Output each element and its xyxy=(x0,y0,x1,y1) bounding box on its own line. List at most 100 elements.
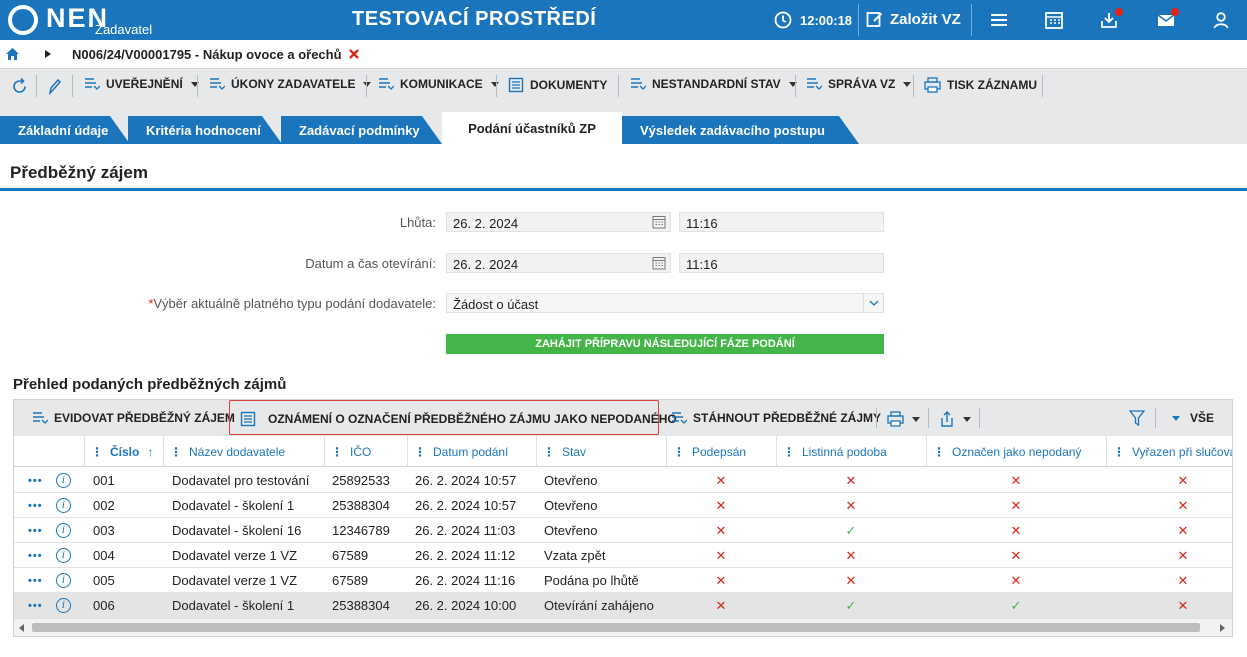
list-action-icon xyxy=(85,78,100,90)
table-row[interactable]: ••• i 001 Dodavatel pro testování 25892533 26… xyxy=(14,468,1232,493)
cell-submitted: 26. 2. 2024 10:57 xyxy=(415,498,517,513)
row-menu-icon[interactable]: ••• xyxy=(28,543,50,568)
row-menu-icon[interactable]: ••• xyxy=(28,493,50,518)
start-next-phase-button[interactable]: ZAHÁJIT PŘÍPRAVU NÁSLEDUJÍCÍ FÁZE PODÁNÍ xyxy=(446,334,884,354)
opening-date-field[interactable]: 26. 2. 2024 xyxy=(446,253,671,273)
column-header-signed[interactable]: ⋮ Podepsán xyxy=(666,436,776,467)
menu-icon[interactable] xyxy=(989,10,1009,30)
cell-supplier: Dodavatel - školení 16 xyxy=(172,523,302,538)
column-menu-icon[interactable]: ⋮ xyxy=(91,445,103,459)
table-row[interactable]: ••• i 003 Dodavatel - školení 16 12346789 26.… xyxy=(14,518,1232,543)
documents-button[interactable]: DOKUMENTY xyxy=(508,77,607,93)
cross-icon: ✕ xyxy=(1177,497,1189,513)
nonstandard-state-menu[interactable]: NESTANDARDNÍ STAV xyxy=(630,77,797,91)
cell-submitted: 26. 2. 2024 11:16 xyxy=(415,573,516,588)
tab-tender-conditions[interactable]: Zadávací podmínky xyxy=(281,116,442,144)
chevron-down-icon[interactable] xyxy=(863,294,883,312)
column-menu-icon[interactable]: ⋮ xyxy=(933,445,945,459)
vz-administration-menu[interactable]: SPRÁVA VZ xyxy=(806,77,912,91)
deadline-label: Lhůta: xyxy=(399,215,436,230)
cell-ico: 25892533 xyxy=(332,473,390,488)
calendar-icon[interactable] xyxy=(1044,10,1064,30)
column-header-paper[interactable]: ⋮ Listinná podoba xyxy=(776,436,926,467)
row-menu-icon[interactable]: ••• xyxy=(28,518,50,543)
tab-participant-submissions[interactable]: Podání účastníků ZP xyxy=(442,112,622,144)
cross-icon: ✕ xyxy=(715,572,727,588)
column-set-menu[interactable]: VŠE xyxy=(1170,411,1214,425)
section-underline xyxy=(0,188,1247,191)
cross-icon: ✕ xyxy=(715,522,727,538)
column-menu-icon[interactable]: ⋮ xyxy=(543,445,555,459)
print-record-button[interactable]: TISK ZÁZNAMU xyxy=(924,77,1037,93)
filter-icon[interactable] xyxy=(1129,410,1145,426)
print-grid-menu[interactable] xyxy=(887,411,920,427)
deadline-date-field[interactable]: 26. 2. 2024 xyxy=(446,212,671,232)
column-menu-icon[interactable]: ⋮ xyxy=(414,445,426,459)
row-menu-icon[interactable]: ••• xyxy=(28,593,50,618)
export-icon xyxy=(941,411,953,427)
cell-submitted: 26. 2. 2024 11:03 xyxy=(415,523,516,538)
edit-icon xyxy=(866,12,883,27)
tab-procedure-result[interactable]: Výsledek zadávacího postupu xyxy=(622,116,859,144)
cell-number: 005 xyxy=(93,573,115,588)
toolbar-divider xyxy=(197,75,198,97)
info-icon[interactable]: i xyxy=(56,468,74,493)
create-vz-button[interactable]: Založit VZ xyxy=(866,10,961,28)
submission-type-select[interactable]: Žádost o účast xyxy=(446,293,884,313)
not-submitted-notice-button[interactable]: OZNÁMENÍ O OZNAČENÍ PŘEDBĚŽNÉHO ZÁJMU JA… xyxy=(240,411,677,427)
publish-menu[interactable]: UVEŘEJNĚNÍ xyxy=(84,77,199,91)
export-menu[interactable] xyxy=(939,411,971,427)
table-row[interactable]: ••• i 002 Dodavatel - školení 1 25388304 26. … xyxy=(14,493,1232,518)
table-row[interactable]: ••• i 004 Dodavatel verze 1 VZ 67589 26. 2. 2… xyxy=(14,543,1232,568)
column-header-ico[interactable]: ⋮ IČO xyxy=(324,436,407,467)
column-header-state[interactable]: ⋮ Stav xyxy=(536,436,666,467)
info-icon[interactable]: i xyxy=(56,518,74,543)
calendar-icon[interactable] xyxy=(652,215,666,229)
pencil-icon[interactable] xyxy=(47,78,62,95)
column-header-supplier[interactable]: ⋮ Název dodavatele xyxy=(163,436,324,467)
sort-ascending-icon: ↑ xyxy=(147,444,154,459)
column-header-excluded[interactable]: ⋮Vyřazen při slučování xyxy=(1106,436,1232,467)
cross-icon: ✕ xyxy=(1177,547,1189,563)
row-menu-icon[interactable]: ••• xyxy=(28,468,50,493)
scroll-left-icon[interactable] xyxy=(19,624,24,632)
column-header-not-submitted[interactable]: ⋮ Označen jako nepodaný xyxy=(926,436,1106,467)
breadcrumb: N006/24/V00001795 - Nákup ovoce a ořechů xyxy=(0,40,1247,68)
scroll-right-icon[interactable] xyxy=(1220,624,1225,632)
info-icon[interactable]: i xyxy=(56,493,74,518)
info-icon[interactable]: i xyxy=(56,543,74,568)
column-header-submitted[interactable]: ⋮ Datum podání xyxy=(407,436,536,467)
opening-time-field[interactable]: 11:16 xyxy=(679,253,884,273)
column-header-number[interactable]: ⋮ Číslo ↑ xyxy=(84,436,163,467)
chevron-down-icon xyxy=(963,416,971,422)
info-icon[interactable]: i xyxy=(56,568,74,593)
logo-subtitle: Zadavatel xyxy=(95,22,153,37)
nen-logo[interactable]: NEN xyxy=(8,3,109,36)
user-icon[interactable] xyxy=(1211,10,1231,30)
info-icon[interactable]: i xyxy=(56,593,74,618)
row-menu-icon[interactable]: ••• xyxy=(28,568,50,593)
scrollbar-thumb[interactable] xyxy=(32,623,1200,632)
refresh-icon[interactable] xyxy=(11,78,28,95)
home-icon[interactable] xyxy=(6,48,19,60)
deadline-time-field[interactable]: 11:16 xyxy=(679,212,884,232)
column-menu-icon[interactable]: ⋮ xyxy=(170,445,182,459)
record-interest-button[interactable]: EVIDOVAT PŘEDBĚŽNÝ ZÁJEM xyxy=(32,411,235,425)
table-row[interactable]: ••• i 005 Dodavatel verze 1 VZ 67589 26. 2. 2… xyxy=(14,568,1232,593)
breadcrumb-item[interactable]: N006/24/V00001795 - Nákup ovoce a ořechů xyxy=(72,47,342,62)
communication-menu[interactable]: KOMUNIKACE xyxy=(378,77,499,91)
column-menu-icon[interactable]: ⋮ xyxy=(331,445,343,459)
download-interests-button[interactable]: STÁHNOUT PŘEDBĚŽNÉ ZÁJMY xyxy=(671,411,881,425)
column-menu-icon[interactable]: ⋮ xyxy=(673,445,685,459)
close-icon[interactable] xyxy=(349,49,359,59)
tab-basic-info[interactable]: Základní údaje xyxy=(0,116,130,144)
calendar-icon[interactable] xyxy=(652,256,666,270)
cell-ico: 67589 xyxy=(332,573,369,588)
column-menu-icon[interactable]: ⋮ xyxy=(1113,445,1125,459)
tab-evaluation-criteria[interactable]: Kritéria hodnocení xyxy=(128,116,282,144)
horizontal-scrollbar[interactable] xyxy=(14,618,1232,636)
cell-state: Podána po lhůtě xyxy=(544,573,639,588)
contracting-actions-menu[interactable]: ÚKONY ZADAVATELE xyxy=(209,77,372,91)
column-menu-icon[interactable]: ⋮ xyxy=(783,445,795,459)
table-row[interactable]: ••• i 006 Dodavatel - školení 1 25388304 26. … xyxy=(14,593,1232,618)
